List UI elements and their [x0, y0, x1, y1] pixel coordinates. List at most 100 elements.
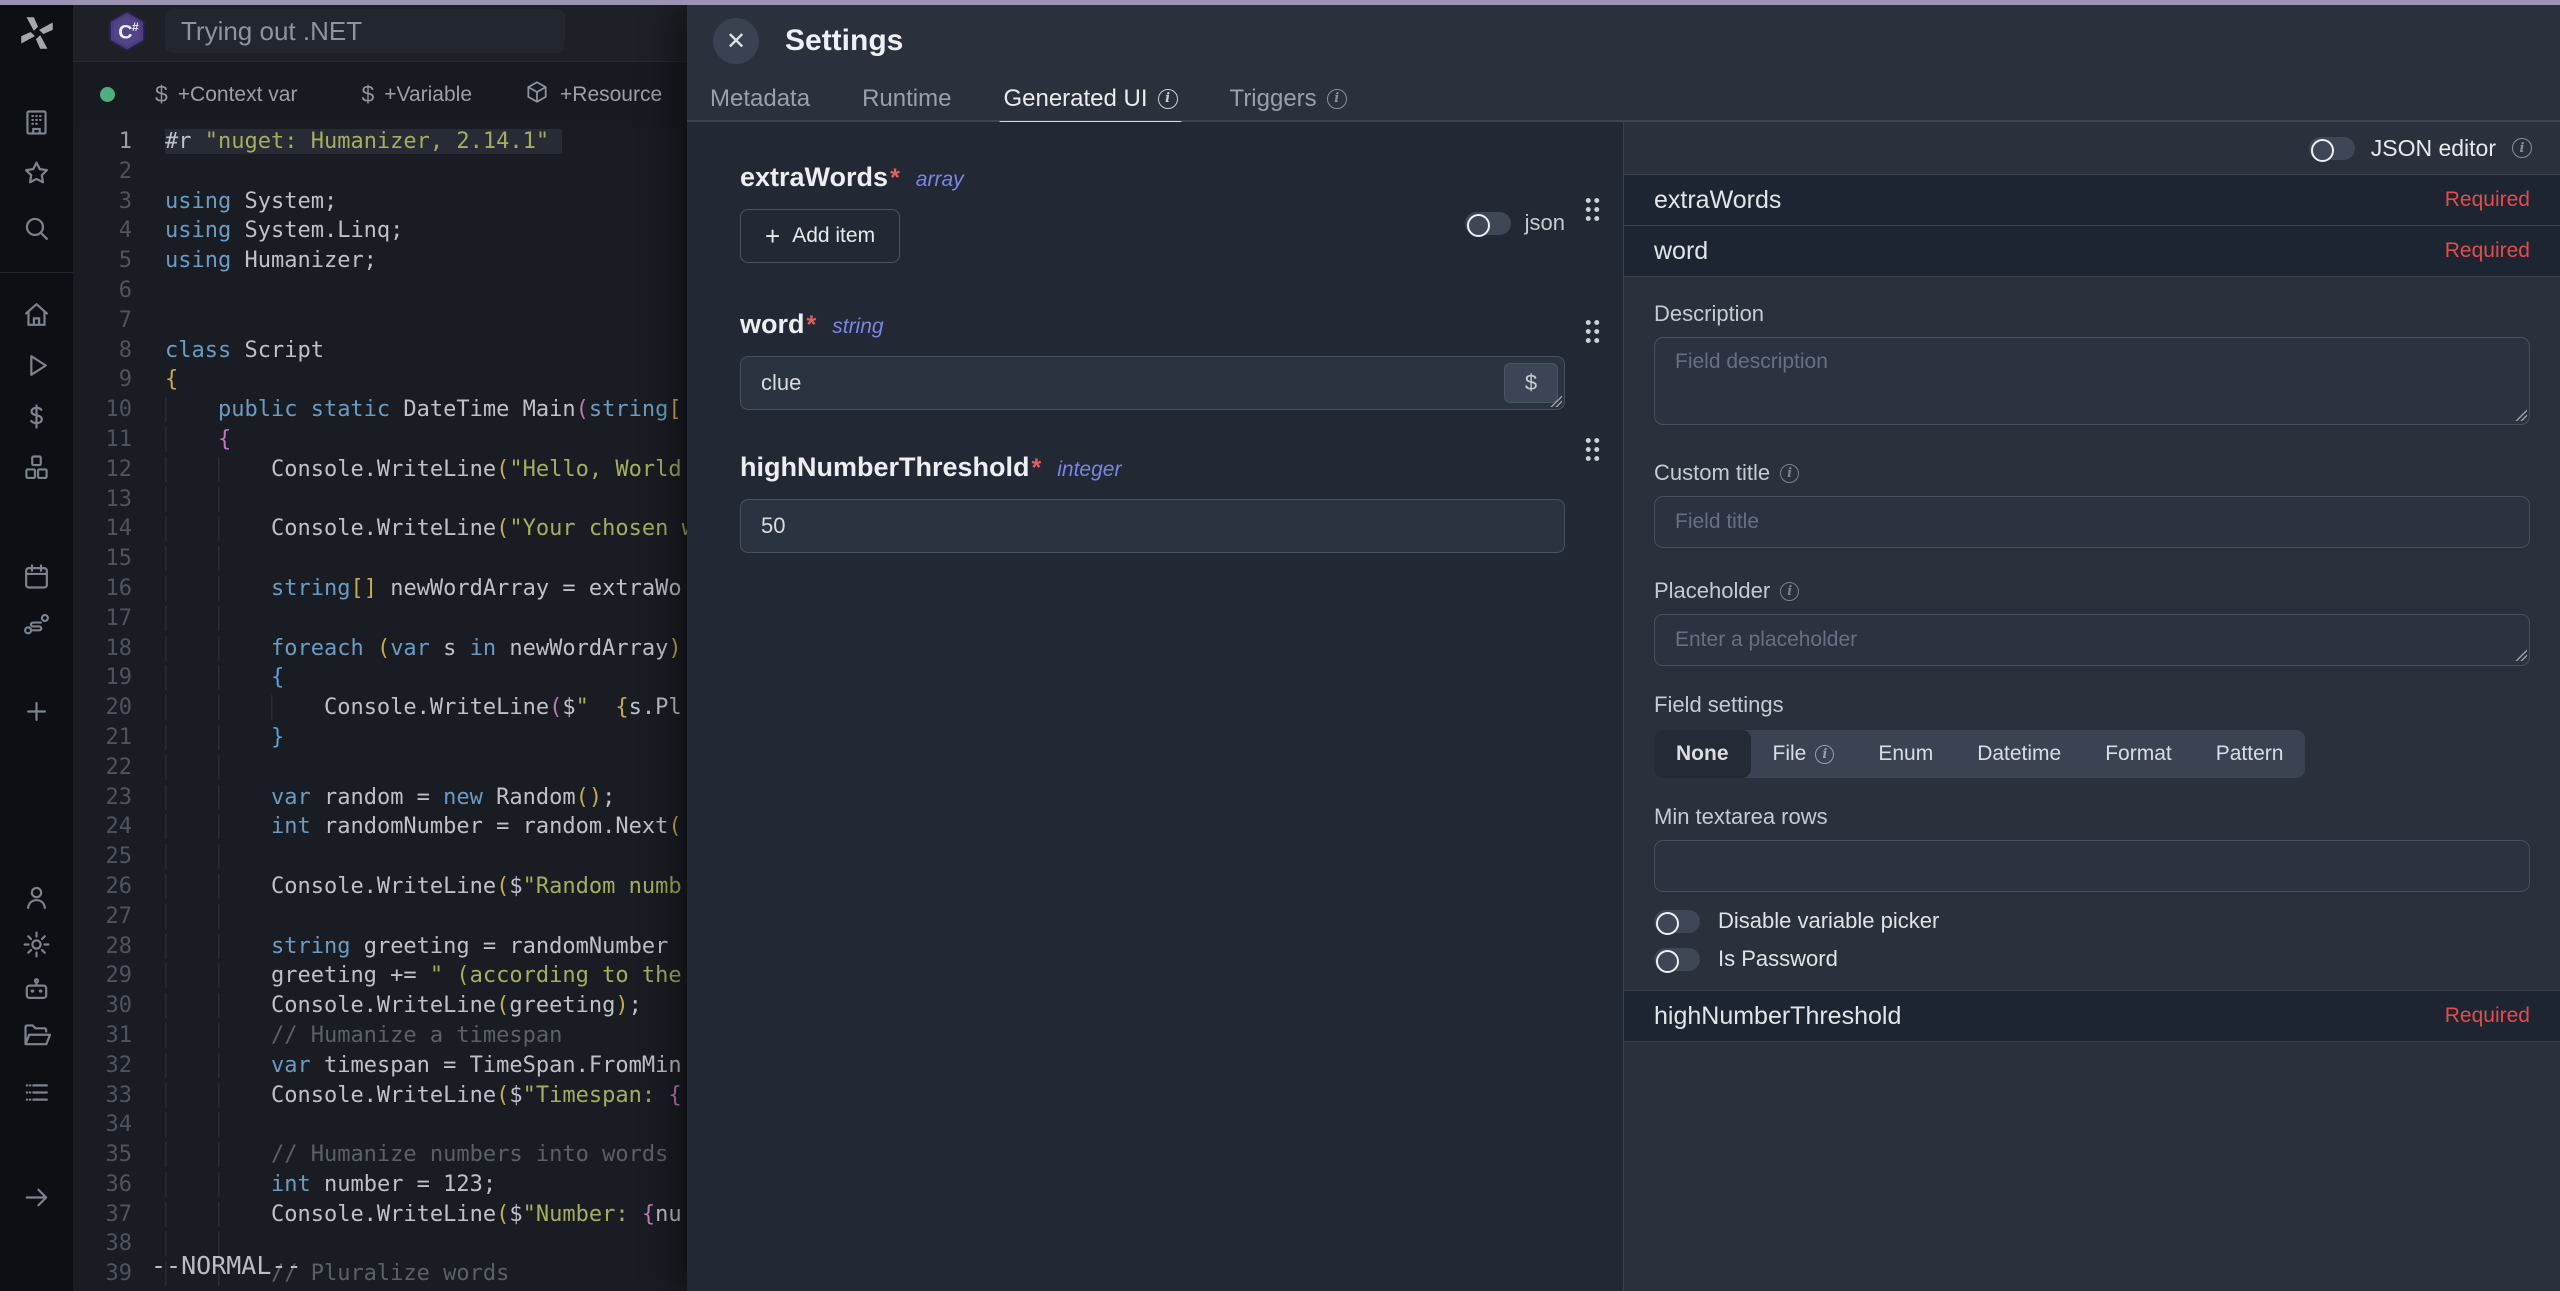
gear-icon[interactable] [21, 929, 52, 960]
inspector-row-extrawords[interactable]: extraWords Required [1624, 175, 2560, 226]
inspector-toolbar: JSON editor [1624, 122, 2560, 175]
is-password-toggle[interactable] [1654, 948, 1700, 971]
windmill-logo[interactable] [16, 12, 58, 54]
list-icon[interactable] [21, 1077, 52, 1108]
modal-header: ✕ Settings [687, 5, 2560, 77]
min-textarea-rows-input[interactable] [1654, 840, 2530, 892]
modal-title: Settings [785, 24, 903, 58]
tab-generated-ui[interactable]: Generated UI [1003, 77, 1177, 120]
drag-handle[interactable] [1584, 196, 1601, 223]
tab-metadata[interactable]: Metadata [710, 77, 810, 120]
inspector-row-word[interactable]: word Required [1624, 226, 2560, 277]
cubes-icon[interactable] [21, 452, 52, 483]
info-icon[interactable] [1158, 89, 1178, 109]
segment-format[interactable]: Format [2083, 730, 2194, 778]
tab-runtime[interactable]: Runtime [862, 77, 951, 120]
add-context-var-button[interactable]: $ +Context var [155, 81, 297, 108]
script-title-input[interactable]: Trying out .NET [165, 9, 565, 53]
plus-icon[interactable] [21, 696, 52, 727]
dollar-icon: $ [361, 81, 374, 108]
add-resource-button[interactable]: +Resource [524, 79, 662, 111]
json-toggle-label: json [1525, 210, 1565, 236]
generated-form-column: extraWords* array Add item json word* s [687, 122, 1623, 1291]
vim-mode-indicator: --NORMAL-- [151, 1251, 302, 1280]
description-textarea[interactable] [1654, 337, 2530, 425]
close-icon[interactable]: ✕ [713, 18, 759, 64]
variable-picker-button[interactable] [1504, 363, 1558, 403]
field-type: array [916, 168, 964, 192]
person-icon[interactable] [21, 882, 52, 913]
csharp-language-icon: C# [105, 9, 149, 53]
info-icon[interactable] [1815, 745, 1834, 764]
field-name: word [740, 309, 805, 340]
json-toggle[interactable] [1465, 212, 1511, 235]
toggle-label: Disable variable picker [1718, 908, 1939, 934]
disable-variable-picker-toggle[interactable] [1654, 910, 1700, 933]
required-asterisk: * [890, 164, 900, 193]
app-sidebar [0, 0, 73, 1291]
sidebar-divider [0, 272, 73, 273]
word-field-settings-section: Description Custom title Placeholder [1624, 277, 2560, 991]
inspector-empty-area [1624, 1042, 2560, 1291]
field-heading-extrawords: extraWords* array [740, 162, 1565, 193]
segment-pattern[interactable]: Pattern [2194, 730, 2306, 778]
required-badge: Required [2445, 1004, 2530, 1028]
field-settings-label: Field settings [1654, 692, 2530, 718]
segment-datetime[interactable]: Datetime [1955, 730, 2083, 778]
settings-modal: ✕ Settings Metadata Runtime Generated UI Tr… [687, 5, 2560, 1291]
custom-title-input[interactable] [1654, 496, 2530, 548]
required-badge: Required [2445, 188, 2530, 212]
tab-triggers[interactable]: Triggers [1230, 77, 1347, 120]
inspector-row-highnumberthreshold[interactable]: highNumberThreshold Required [1624, 991, 2560, 1042]
field-settings-segmented-control: NoneFileEnumDatetimeFormatPattern [1654, 730, 2305, 778]
dollar-icon[interactable] [21, 401, 52, 432]
add-item-button[interactable]: Add item [740, 209, 900, 263]
custom-title-label: Custom title [1654, 460, 2530, 486]
calendar-icon[interactable] [21, 561, 52, 592]
resize-handle-icon[interactable] [2514, 648, 2530, 664]
field-name: extraWords [740, 162, 888, 193]
field-type: string [832, 315, 883, 339]
row-name: word [1654, 237, 1708, 266]
svg-text:#: # [132, 20, 139, 34]
row-name: extraWords [1654, 186, 1781, 215]
required-badge: Required [2445, 239, 2530, 263]
folder-icon[interactable] [21, 1019, 52, 1050]
home-icon[interactable] [21, 299, 52, 330]
play-icon[interactable] [21, 350, 52, 381]
segment-none[interactable]: None [1654, 730, 1751, 778]
field-heading-highnumberthreshold: highNumberThreshold* integer [740, 452, 1565, 483]
package-icon [524, 79, 550, 111]
info-icon[interactable] [1780, 464, 1799, 483]
word-field-input[interactable] [740, 356, 1565, 410]
segment-file[interactable]: File [1751, 730, 1857, 778]
info-icon[interactable] [2512, 138, 2532, 158]
segment-enum[interactable]: Enum [1856, 730, 1955, 778]
settings-tabbar: Metadata Runtime Generated UI Triggers [687, 77, 2560, 122]
drag-handle[interactable] [1584, 318, 1601, 345]
search-icon[interactable] [21, 213, 52, 244]
highnumberthreshold-field-input[interactable] [740, 499, 1565, 553]
field-name: highNumberThreshold [740, 452, 1030, 483]
info-icon[interactable] [1780, 582, 1799, 601]
star-icon[interactable] [21, 158, 52, 189]
resize-handle-icon[interactable] [2514, 408, 2530, 424]
required-asterisk: * [807, 311, 817, 340]
arrow-right-icon[interactable] [21, 1182, 52, 1213]
status-dot [100, 87, 115, 102]
toggle-label: Is Password [1718, 946, 1838, 972]
placeholder-input[interactable] [1654, 614, 2530, 666]
description-label: Description [1654, 301, 2530, 327]
robot-icon[interactable] [21, 974, 52, 1005]
building-icon[interactable] [21, 107, 52, 138]
json-editor-toggle[interactable] [2309, 137, 2355, 160]
row-name: highNumberThreshold [1654, 1002, 1901, 1031]
placeholder-label: Placeholder [1654, 578, 2530, 604]
add-variable-button[interactable]: $ +Variable [361, 81, 472, 108]
flow-icon[interactable] [21, 609, 52, 640]
field-inspector-panel: JSON editor extraWords Required word Req… [1623, 122, 2560, 1291]
drag-handle[interactable] [1584, 436, 1601, 463]
info-icon[interactable] [1327, 89, 1347, 109]
line-numbers: 1234567891011121314151617181920212223242… [73, 127, 165, 1291]
field-heading-word: word* string [740, 309, 1565, 340]
